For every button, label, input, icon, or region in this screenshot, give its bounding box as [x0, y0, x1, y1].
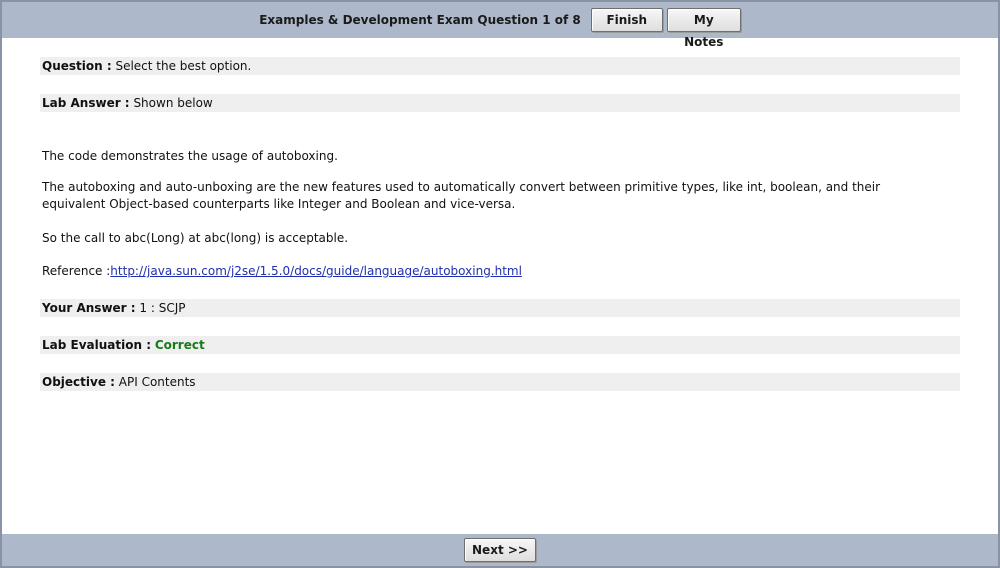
- objective-label: Objective :: [42, 375, 115, 389]
- lab-evaluation-result: Correct: [154, 338, 205, 352]
- reference-link[interactable]: http://java.sun.com/j2se/1.5.0/docs/guid…: [110, 264, 522, 278]
- objective-row: Objective : API Contents: [40, 373, 960, 391]
- bottom-toolbar: Next >>: [2, 534, 998, 566]
- next-button[interactable]: Next >>: [464, 538, 536, 562]
- lab-answer-label: Lab Answer :: [42, 96, 130, 110]
- explanation-paragraph-2: The autoboxing and auto-unboxing are the…: [42, 180, 881, 211]
- reference-line: Reference :http://java.sun.com/j2se/1.5.…: [42, 263, 942, 280]
- my-notes-button[interactable]: My Notes: [666, 8, 741, 49]
- lab-answer-text: Shown below: [133, 96, 213, 110]
- question-label: Question :: [42, 59, 112, 73]
- your-answer-label: Your Answer :: [42, 301, 136, 315]
- your-answer-row: Your Answer : 1 : SCJP: [40, 299, 960, 317]
- exam-window: Examples & Development Exam Question 1 o…: [0, 0, 1000, 568]
- lab-evaluation-row: Lab Evaluation : Correct: [40, 336, 960, 354]
- explanation-paragraph-1: The code demonstrates the usage of autob…: [42, 149, 338, 163]
- question-row: Question : Select the best option.: [40, 57, 960, 75]
- reference-label: Reference :: [42, 264, 111, 278]
- lab-answer-row: Lab Answer : Shown below: [40, 94, 960, 112]
- finish-button[interactable]: Finish: [590, 8, 663, 32]
- exam-title: Examples & Development Exam Question 1 o…: [259, 13, 581, 27]
- your-answer-text: 1 : SCJP: [139, 301, 186, 315]
- explanation-paragraph-3: So the call to abc(Long) at abc(long) is…: [42, 231, 349, 245]
- objective-text: API Contents: [118, 375, 196, 389]
- lab-evaluation-label: Lab Evaluation :: [42, 338, 151, 352]
- question-text: Select the best option.: [115, 59, 252, 73]
- top-toolbar: Examples & Development Exam Question 1 o…: [2, 2, 998, 49]
